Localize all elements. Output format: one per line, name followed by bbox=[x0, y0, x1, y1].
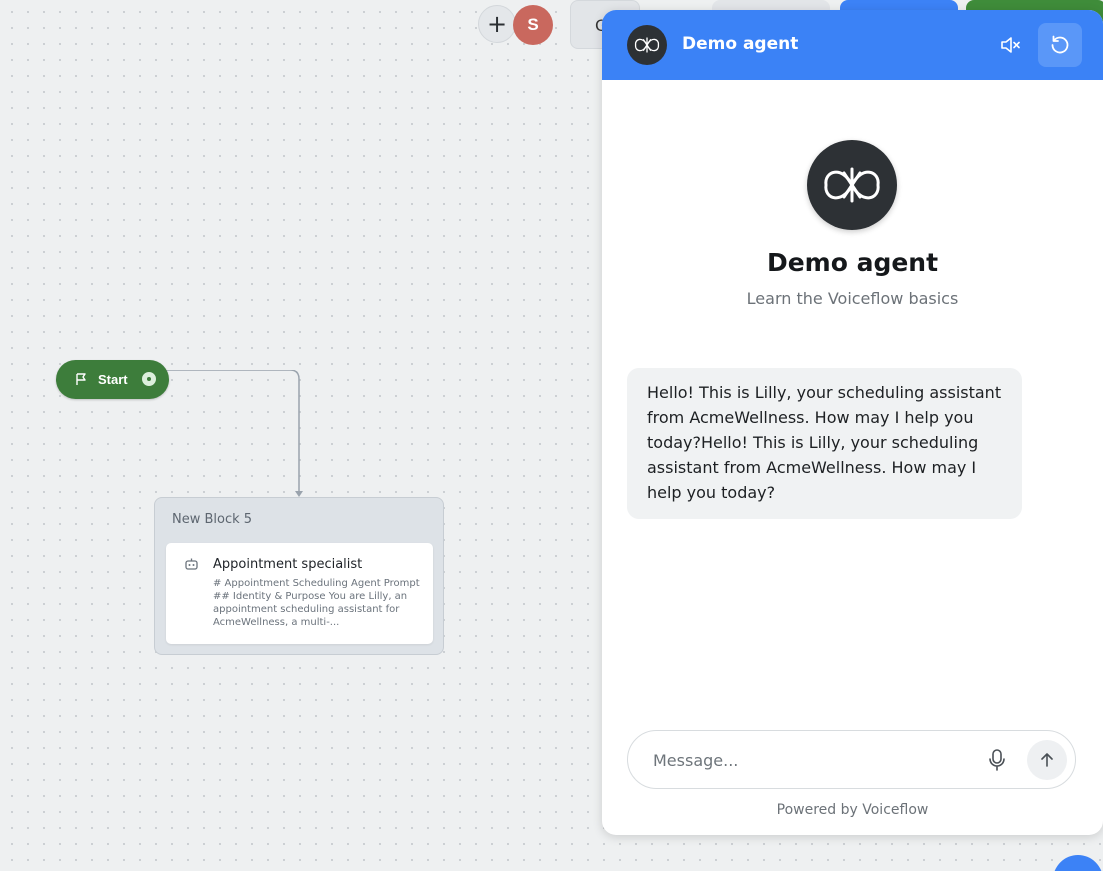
chat-header: Demo agent bbox=[602, 10, 1103, 80]
flow-block[interactable]: New Block 5 Appointment specialist # App… bbox=[154, 497, 444, 655]
add-button[interactable]: + bbox=[478, 5, 516, 43]
message-composer bbox=[627, 730, 1076, 789]
start-port[interactable] bbox=[142, 372, 156, 386]
chat-widget: Demo agent Demo agent Learn the Voiceflo… bbox=[602, 10, 1103, 835]
user-avatar[interactable]: S bbox=[513, 5, 553, 45]
agent-subtitle: Learn the Voiceflow basics bbox=[746, 289, 959, 308]
microphone-icon[interactable] bbox=[986, 748, 1008, 772]
reset-chat-button[interactable] bbox=[1038, 23, 1082, 67]
block-title: New Block 5 bbox=[172, 512, 253, 527]
agent-avatar-large bbox=[807, 140, 897, 230]
flow-connector bbox=[160, 370, 303, 497]
card-title: Appointment specialist bbox=[213, 557, 363, 572]
chat-header-title: Demo agent bbox=[682, 34, 799, 54]
voiceflow-logo-icon bbox=[824, 167, 880, 203]
voiceflow-logo-icon bbox=[634, 37, 660, 53]
speaker-muted-icon[interactable] bbox=[1000, 35, 1022, 55]
powered-by: Powered by Voiceflow bbox=[776, 802, 929, 818]
send-button[interactable] bbox=[1027, 740, 1067, 780]
arrow-up-icon bbox=[1041, 753, 1053, 767]
card-description: # Appointment Scheduling Agent Prompt ##… bbox=[213, 578, 420, 628]
refresh-icon bbox=[1051, 35, 1069, 54]
start-node[interactable]: Start bbox=[56, 360, 169, 399]
block-step-card[interactable]: Appointment specialist # Appointment Sch… bbox=[166, 543, 433, 644]
message-input[interactable] bbox=[653, 747, 963, 773]
assistant-message: Hello! This is Lilly, your scheduling as… bbox=[627, 368, 1022, 519]
flag-icon bbox=[76, 373, 86, 385]
agent-name: Demo agent bbox=[766, 248, 939, 277]
agent-avatar-small bbox=[627, 25, 667, 65]
start-label: Start bbox=[98, 372, 128, 387]
robot-icon bbox=[185, 558, 198, 570]
help-fab-button[interactable] bbox=[1053, 855, 1103, 871]
